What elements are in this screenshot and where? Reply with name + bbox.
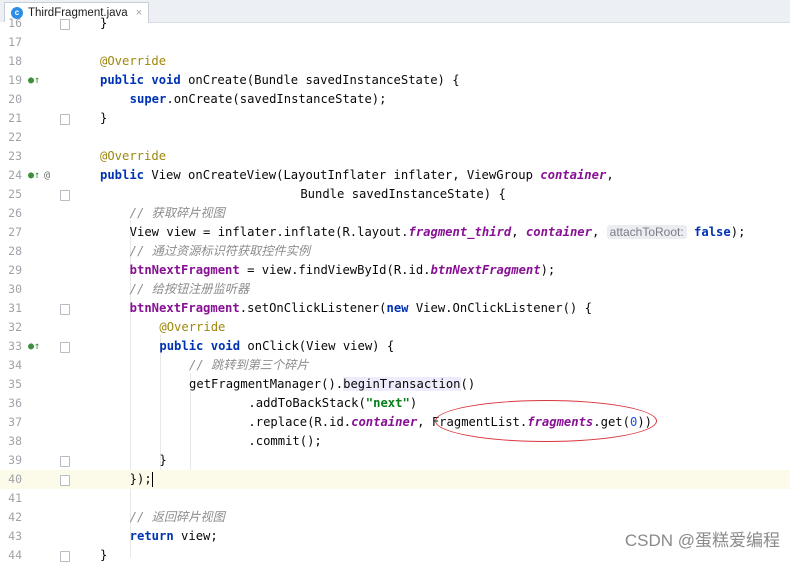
- code-text: // 返回碎片视图: [129, 510, 225, 524]
- code-line[interactable]: 28 // 通过资源标识符获取控件实例: [0, 242, 790, 261]
- code-line[interactable]: 32 @Override: [0, 318, 790, 337]
- code-line[interactable]: 34 // 跳转到第三个碎片: [0, 356, 790, 375]
- code-text: public void onClick(View view) {: [159, 339, 395, 353]
- code-line[interactable]: 38 .commit();: [0, 432, 790, 451]
- code-text: btnNextFragment = view.findViewById(R.id…: [129, 263, 556, 277]
- line-number: 34: [8, 358, 22, 372]
- code-text: }: [159, 453, 167, 467]
- line-number: 32: [8, 320, 22, 334]
- code-line[interactable]: 17: [0, 33, 790, 52]
- code-line[interactable]: 20 super.onCreate(savedInstanceState);: [0, 90, 790, 109]
- code-line[interactable]: 21}: [0, 109, 790, 128]
- watermark: CSDN @蛋糕爱编程: [624, 531, 780, 550]
- line-number: 22: [8, 130, 22, 144]
- code-text: // 通过资源标识符获取控件实例: [129, 244, 311, 258]
- code-line[interactable]: 22: [0, 128, 790, 147]
- line-number: 41: [8, 491, 22, 505]
- line-number: 23: [8, 149, 22, 163]
- line-number: 25: [8, 187, 22, 201]
- code-text: });: [129, 472, 153, 487]
- code-line[interactable]: 31 btnNextFragment.setOnClickListener(new…: [0, 299, 790, 318]
- code-line[interactable]: 25 Bundle savedInstanceState) {: [0, 185, 790, 204]
- code-line[interactable]: 41: [0, 489, 790, 508]
- annotation-marker-icon[interactable]: @: [44, 166, 50, 185]
- code-line[interactable]: 37 .replace(R.id.container, FragmentList.…: [0, 413, 790, 432]
- code-line[interactable]: 23 @Override: [0, 147, 790, 166]
- code-text: @Override: [159, 320, 226, 334]
- code-text: }: [100, 16, 108, 30]
- code-line[interactable]: 36 .addToBackStack("next"): [0, 394, 790, 413]
- code-text: // 给按钮注册监听器: [129, 282, 250, 296]
- line-number: 17: [8, 35, 22, 49]
- line-number: 16: [8, 16, 22, 30]
- fold-marker-icon[interactable]: [60, 342, 70, 353]
- override-marker-icon[interactable]: ●↑: [28, 166, 40, 185]
- code-text: btnNextFragment.setOnClickListener(new V…: [129, 301, 592, 315]
- code-line[interactable]: 33 public void onClick(View view) { ●↑: [0, 337, 790, 356]
- code-line[interactable]: 40});: [0, 470, 790, 489]
- code-line[interactable]: 24 public View onCreateView(LayoutInflate…: [0, 166, 790, 185]
- fold-marker-icon[interactable]: [60, 19, 70, 30]
- line-number: 27: [8, 225, 22, 239]
- fold-marker-icon[interactable]: [60, 190, 70, 201]
- code-line[interactable]: 30 // 给按钮注册监听器: [0, 280, 790, 299]
- override-marker-icon[interactable]: ●↑: [28, 71, 40, 90]
- code-text: // 跳转到第三个碎片: [189, 358, 309, 372]
- line-number: 38: [8, 434, 22, 448]
- annotation-circle: [435, 400, 657, 442]
- line-number: 36: [8, 396, 22, 410]
- code-line[interactable]: 27 View view = inflater.inflate(R.layout.…: [0, 223, 790, 242]
- line-number: 21: [8, 111, 22, 125]
- fold-marker-icon[interactable]: [60, 475, 70, 486]
- fold-marker-icon[interactable]: [60, 304, 70, 315]
- code-line[interactable]: 16}: [0, 14, 790, 33]
- line-number: 24: [8, 168, 22, 182]
- code-text: // 获取碎片视图: [129, 206, 225, 220]
- code-text: .commit();: [248, 434, 322, 448]
- line-number: 39: [8, 453, 22, 467]
- line-number: 30: [8, 282, 22, 296]
- code-text: public void onCreate(Bundle savedInstanc…: [100, 73, 460, 87]
- fold-marker-icon[interactable]: [60, 456, 70, 467]
- code-text: .addToBackStack("next"): [248, 396, 418, 410]
- line-number: 20: [8, 92, 22, 106]
- line-number: 40: [8, 472, 22, 486]
- code-text: Bundle savedInstanceState) {: [300, 187, 506, 201]
- code-line[interactable]: 19 public void onCreate(Bundle savedInsta…: [0, 71, 790, 90]
- fold-marker-icon[interactable]: [60, 114, 70, 125]
- code-line[interactable]: 29 btnNextFragment = view.findViewById(R.…: [0, 261, 790, 280]
- line-number: 29: [8, 263, 22, 277]
- line-number: 43: [8, 529, 22, 543]
- code-text: }: [100, 548, 108, 562]
- line-number: 26: [8, 206, 22, 220]
- code-text: }: [100, 111, 108, 125]
- line-number: 35: [8, 377, 22, 391]
- line-number: 18: [8, 54, 22, 68]
- code-text: @Override: [100, 149, 167, 163]
- line-number: 28: [8, 244, 22, 258]
- override-marker-icon[interactable]: ●↑: [28, 337, 40, 356]
- fold-marker-icon[interactable]: [60, 551, 70, 562]
- code-line[interactable]: 35 getFragmentManager().beginTransaction(…: [0, 375, 790, 394]
- parameter-hint: attachToRoot:: [606, 225, 687, 239]
- line-number: 19: [8, 73, 22, 87]
- line-number: 44: [8, 548, 22, 562]
- code-line[interactable]: 42 // 返回碎片视图: [0, 508, 790, 527]
- code-line[interactable]: 39}: [0, 451, 790, 470]
- line-number: 37: [8, 415, 22, 429]
- code-text: public View onCreateView(LayoutInflater …: [100, 168, 614, 182]
- line-number: 33: [8, 339, 22, 353]
- code-text: return view;: [129, 529, 218, 543]
- text-caret: [151, 472, 153, 487]
- line-number: 31: [8, 301, 22, 315]
- code-text: getFragmentManager().beginTransaction(): [189, 377, 476, 391]
- line-number: 42: [8, 510, 22, 524]
- code-text: super.onCreate(savedInstanceState);: [129, 92, 387, 106]
- code-line[interactable]: 26 // 获取碎片视图: [0, 204, 790, 223]
- code-text: @Override: [100, 54, 167, 68]
- code-line[interactable]: 18 @Override: [0, 52, 790, 71]
- code-text: View view = inflater.inflate(R.layout.fr…: [129, 225, 746, 239]
